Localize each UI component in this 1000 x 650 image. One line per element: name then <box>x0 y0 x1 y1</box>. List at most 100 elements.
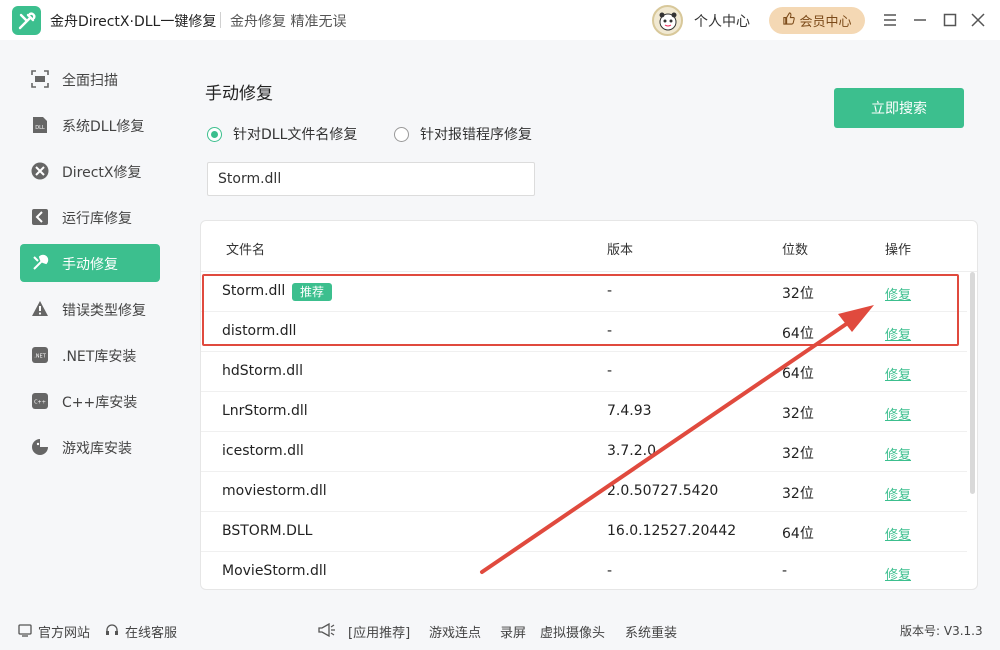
app-recommend-label: [应用推荐] <box>348 626 411 641</box>
title-bar: 金舟DirectX·DLL一键修复 金舟修复 精准无误 个人中心 会员中心 <box>0 0 1000 40</box>
svg-text:C++: C++ <box>34 400 46 406</box>
row-divider <box>201 311 967 312</box>
file-version: - <box>607 563 613 579</box>
sidebar-item-label: 系统DLL修复 <box>62 119 145 135</box>
row-divider <box>201 551 967 552</box>
wrench-icon <box>31 254 49 272</box>
online-service-link[interactable]: 在线客服 <box>105 622 177 641</box>
file-bits: 32位 <box>782 406 814 422</box>
repair-link[interactable]: 修复 <box>885 284 911 303</box>
file-bits: 64位 <box>782 366 814 382</box>
row-divider <box>201 351 967 352</box>
scan-icon <box>31 70 49 88</box>
row-divider <box>201 391 967 392</box>
sidebar-item-label: 手动修复 <box>62 257 118 273</box>
file-name: Storm.dll <box>222 283 286 299</box>
game-icon <box>31 438 49 456</box>
file-name: icestorm.dll <box>222 443 304 459</box>
footer-link-system-reinstall[interactable]: 系统重装 <box>625 622 677 641</box>
directx-icon <box>31 162 49 180</box>
cpp-icon: C++ <box>31 392 49 410</box>
dll-search-input[interactable] <box>207 162 535 196</box>
avatar[interactable] <box>652 5 683 36</box>
sidebar-item-manual-repair[interactable]: 手动修复 <box>20 244 160 282</box>
sidebar-item-error-type[interactable]: 错误类型修复 <box>20 290 160 328</box>
recommended-badge: 推荐 <box>292 283 333 301</box>
file-version: 16.0.12527.20442 <box>607 523 737 539</box>
sidebar-item-label: 错误类型修复 <box>62 303 146 319</box>
sidebar-item-label: DirectX修复 <box>62 165 142 181</box>
sidebar-item-runtime[interactable]: 运行库修复 <box>20 198 160 236</box>
menu-icon[interactable] <box>880 10 900 30</box>
column-header-filename: 文件名 <box>226 243 266 258</box>
column-header-bits: 位数 <box>782 243 809 258</box>
table-scrollbar[interactable] <box>970 272 975 494</box>
minimize-icon[interactable] <box>910 10 930 30</box>
official-site-link[interactable]: 官方网站 <box>18 622 90 641</box>
vip-center-button[interactable]: 会员中心 <box>769 7 865 34</box>
file-name: BSTORM.DLL <box>222 523 313 539</box>
dll-icon: DLL <box>31 116 49 134</box>
sidebar-item-label: 游戏库安装 <box>62 441 132 457</box>
page-title: 手动修复 <box>205 84 273 104</box>
app-logo-icon <box>12 6 41 35</box>
search-now-button[interactable]: 立即搜索 <box>834 88 964 128</box>
repair-link[interactable]: 修复 <box>885 444 911 463</box>
radio-dll-filename[interactable]: 针对DLL文件名修复 <box>207 124 357 144</box>
svg-text:DLL: DLL <box>35 125 45 131</box>
radio-label: 针对报错程序修复 <box>420 127 532 143</box>
sidebar-item-label: C++库安装 <box>62 395 138 411</box>
column-header-version: 版本 <box>607 243 634 258</box>
sidebar-item-full-scan[interactable]: 全面扫描 <box>20 60 160 98</box>
megaphone-icon <box>318 622 336 641</box>
file-version: - <box>607 323 613 339</box>
sidebar-item-label: .NET库安装 <box>62 349 137 365</box>
row-divider <box>201 511 967 512</box>
row-divider <box>201 431 967 432</box>
sidebar-item-system-dll[interactable]: DLL 系统DLL修复 <box>20 106 160 144</box>
close-icon[interactable] <box>968 10 988 30</box>
file-bits: 32位 <box>782 486 814 502</box>
file-name: moviestorm.dll <box>222 483 327 499</box>
radio-label: 针对DLL文件名修复 <box>233 127 358 143</box>
repair-link[interactable]: 修复 <box>885 564 911 583</box>
footer-link-screen-record[interactable]: 录屏 <box>500 622 526 641</box>
sidebar-item-cpp[interactable]: C++ C++库安装 <box>20 382 160 420</box>
version-label: 版本号: V3.1.3 <box>900 624 983 638</box>
repair-link[interactable]: 修复 <box>885 404 911 423</box>
file-version: 7.4.93 <box>607 403 652 419</box>
footer-link-game-clicker[interactable]: 游戏连点 <box>429 622 481 641</box>
repair-link[interactable]: 修复 <box>885 524 911 543</box>
online-service-label: 在线客服 <box>125 626 178 641</box>
file-bits: - <box>782 563 788 579</box>
file-bits: 64位 <box>782 326 814 342</box>
sidebar-item-dotnet[interactable]: .NET .NET库安装 <box>20 336 160 374</box>
repair-link[interactable]: 修复 <box>885 364 911 383</box>
svg-text:.NET: .NET <box>34 354 46 360</box>
sidebar-item-directx[interactable]: DirectX修复 <box>20 152 160 190</box>
app-recommend: [应用推荐] <box>318 622 410 641</box>
sidebar-item-game-lib[interactable]: 游戏库安装 <box>20 428 160 466</box>
maximize-icon[interactable] <box>940 10 960 30</box>
file-version: - <box>607 363 613 379</box>
dotnet-icon: .NET <box>31 346 49 364</box>
thumbs-up-icon <box>782 12 796 29</box>
user-center-link[interactable]: 个人中心 <box>694 11 750 31</box>
warning-icon <box>31 300 49 318</box>
radio-unchecked-icon <box>394 126 409 142</box>
file-bits: 32位 <box>782 286 814 302</box>
file-bits: 64位 <box>782 526 814 542</box>
file-version: 2.0.50727.5420 <box>607 483 719 499</box>
app-slogan: 金舟修复 精准无误 <box>230 14 347 30</box>
file-name: MovieStorm.dll <box>222 563 327 579</box>
app-title: 金舟DirectX·DLL一键修复 <box>50 14 217 30</box>
file-name: hdStorm.dll <box>222 363 303 379</box>
vip-center-label: 会员中心 <box>799 15 852 30</box>
footer-link-virtual-camera[interactable]: 虚拟摄像头 <box>540 622 605 641</box>
repair-link[interactable]: 修复 <box>885 324 911 343</box>
sidebar-item-label: 全面扫描 <box>62 73 118 89</box>
headset-icon <box>105 623 119 641</box>
repair-link[interactable]: 修复 <box>885 484 911 503</box>
radio-error-program[interactable]: 针对报错程序修复 <box>394 124 532 144</box>
title-divider <box>220 12 221 28</box>
